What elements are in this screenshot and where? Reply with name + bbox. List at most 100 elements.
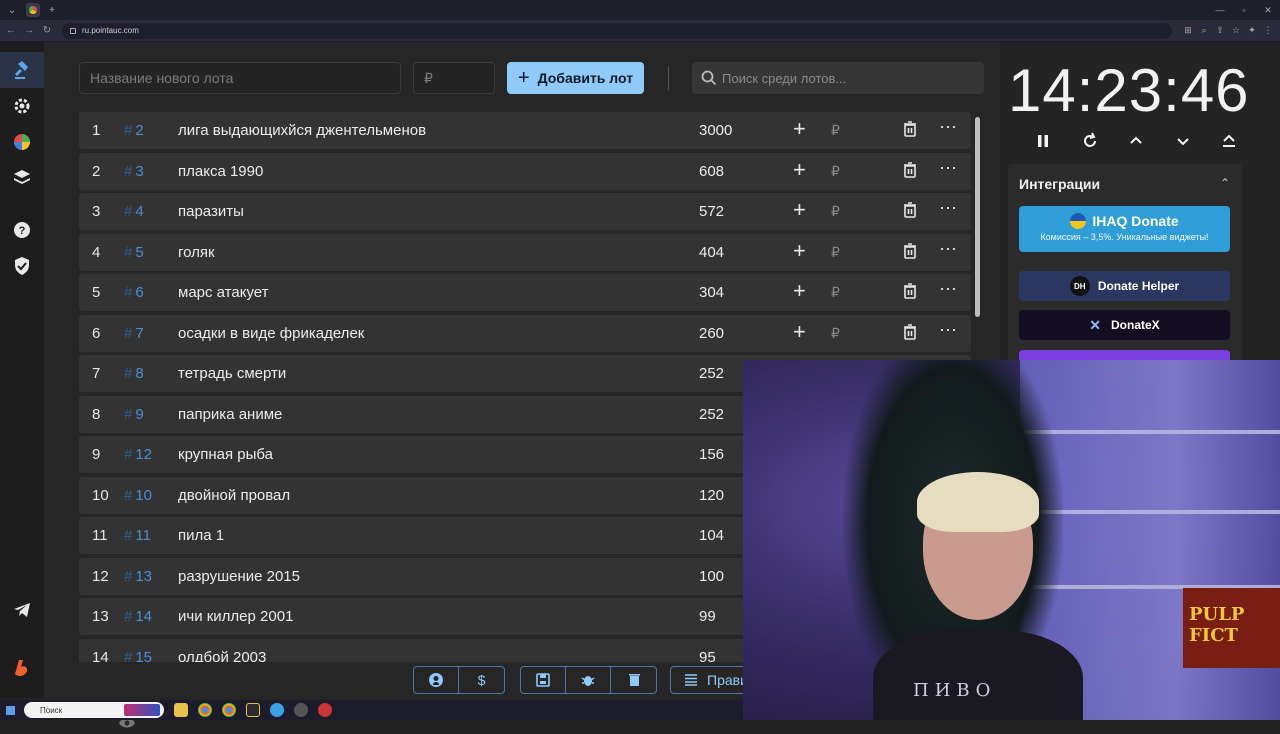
file-explorer-icon[interactable]: [174, 703, 188, 717]
lot-name[interactable]: паприка аниме: [178, 406, 282, 423]
currency-label: ₽: [831, 203, 840, 219]
sidebar-item-wheel[interactable]: [0, 124, 44, 160]
collapse-chevron-icon[interactable]: ⌃: [1220, 176, 1230, 190]
more-options-button[interactable]: ⋯: [939, 158, 958, 179]
extension-icon[interactable]: ✦: [1244, 25, 1260, 36]
add-amount-button[interactable]: +: [793, 320, 806, 343]
donate-helper-button[interactable]: DH Donate Helper: [1019, 271, 1230, 301]
translate-icon[interactable]: ⊞: [1180, 25, 1196, 36]
site-info-icon[interactable]: [70, 27, 76, 34]
rules-button[interactable]: Прави: [670, 666, 750, 694]
delete-lot-button[interactable]: [903, 161, 917, 182]
github-button[interactable]: [414, 667, 459, 693]
lot-name[interactable]: марс атакует: [178, 284, 269, 301]
time-up-button[interactable]: [1113, 128, 1160, 154]
sidebar-item-history[interactable]: [0, 160, 44, 196]
lot-name[interactable]: голяк: [178, 244, 215, 261]
new-tab-icon[interactable]: +: [44, 2, 60, 18]
streamer: ПИВО: [873, 472, 1083, 720]
add-amount-button[interactable]: +: [793, 158, 806, 181]
lot-row[interactable]: 6 #7 осадки в виде фрикаделек 260 + ₽ ⋯: [79, 314, 971, 352]
more-options-button[interactable]: ⋯: [939, 117, 958, 138]
sidebar-item-auction[interactable]: [0, 52, 44, 88]
start-button[interactable]: [0, 700, 20, 720]
lot-name[interactable]: паразиты: [178, 203, 244, 220]
time-down-button[interactable]: [1160, 128, 1207, 154]
more-options-button[interactable]: ⋯: [939, 279, 958, 300]
add-amount-button[interactable]: +: [793, 118, 806, 140]
scrollbar-thumb[interactable]: [975, 117, 980, 317]
lot-name[interactable]: осадки в виде фрикаделек: [178, 325, 364, 342]
lot-name[interactable]: крупная рыба: [178, 446, 273, 463]
lot-row[interactable]: 1 #2 лига выдающихйся джентельменов 3000 + ₽ ⋯: [79, 112, 971, 149]
app-red-icon[interactable]: [318, 703, 332, 717]
add-amount-button[interactable]: +: [793, 239, 806, 262]
delete-lot-button[interactable]: [903, 323, 917, 344]
reset-timer-button[interactable]: [1067, 128, 1114, 154]
minimize-icon[interactable]: —: [1208, 0, 1232, 20]
lot-row[interactable]: 4 #5 голяк 404 + ₽ ⋯: [79, 233, 971, 271]
add-lot-button[interactable]: + Добавить лот: [507, 62, 644, 94]
delete-lot-button[interactable]: [903, 242, 917, 263]
donate-button[interactable]: $: [459, 667, 504, 693]
add-amount-button[interactable]: +: [793, 199, 806, 221]
more-options-button[interactable]: ⋯: [939, 320, 958, 341]
lot-position: 13: [92, 608, 109, 625]
zoom-icon[interactable]: ⌕: [1196, 25, 1212, 36]
browser-menu-icon[interactable]: ⋮: [1260, 25, 1276, 36]
lot-name[interactable]: лига выдающихйся джентельменов: [178, 122, 426, 139]
back-icon[interactable]: ←: [4, 25, 18, 36]
lot-row[interactable]: 5 #6 марс атакует 304 + ₽ ⋯: [79, 274, 971, 311]
sidebar-item-privacy[interactable]: [0, 248, 44, 284]
share-icon[interactable]: ⇪: [1212, 25, 1228, 36]
lot-name[interactable]: пила 1: [178, 527, 224, 544]
save-button[interactable]: [521, 667, 566, 693]
more-options-button[interactable]: ⋯: [939, 239, 958, 260]
pause-button[interactable]: [1020, 128, 1067, 154]
lot-row[interactable]: 2 #3 плакса 1990 608 + ₽ ⋯: [79, 152, 971, 190]
lot-id: #7: [124, 324, 144, 342]
lot-name[interactable]: ичи киллер 2001: [178, 608, 293, 625]
lot-name[interactable]: плакса 1990: [178, 163, 263, 180]
bookmark-star-icon[interactable]: ☆: [1228, 25, 1244, 36]
clear-all-button[interactable]: [611, 667, 656, 693]
lot-amount-input[interactable]: ₽: [413, 62, 495, 94]
chrome-icon[interactable]: [198, 703, 212, 717]
add-amount-button[interactable]: +: [793, 280, 806, 302]
sidebar-item-telegram[interactable]: [0, 592, 44, 628]
browser-tab[interactable]: [26, 3, 40, 17]
lot-name-input[interactable]: Название нового лота: [79, 62, 401, 94]
delete-lot-button[interactable]: [903, 202, 917, 222]
obs-icon[interactable]: [294, 703, 308, 717]
forward-icon[interactable]: →: [22, 25, 36, 36]
chevron-up-icon: [1130, 136, 1142, 144]
reload-icon[interactable]: ↻: [40, 25, 54, 36]
app-icon[interactable]: [246, 703, 260, 717]
sidebar-item-boosty[interactable]: [0, 650, 44, 686]
more-options-button[interactable]: ⋯: [939, 198, 958, 219]
donatex-button[interactable]: ✕ DonateX: [1019, 310, 1230, 340]
bug-report-button[interactable]: [566, 667, 611, 693]
taskbar-search[interactable]: Поиск: [24, 702, 164, 718]
taskbar-search-label: Поиск: [40, 705, 63, 715]
poster-text: PULP FICT: [1189, 604, 1245, 646]
lot-name[interactable]: разрушение 2015: [178, 568, 300, 585]
close-window-icon[interactable]: ✕: [1256, 0, 1280, 20]
delete-lot-button[interactable]: [903, 121, 917, 141]
time-max-button[interactable]: [1206, 128, 1253, 154]
sidebar-item-help[interactable]: ?: [0, 212, 44, 248]
lot-name[interactable]: двойной провал: [178, 487, 290, 504]
url-field[interactable]: ru.pointauc.com: [62, 22, 1172, 39]
lot-name-placeholder: Название нового лота: [90, 70, 234, 86]
tab-list-icon[interactable]: ⌄: [4, 2, 20, 18]
ihaq-donate-button[interactable]: IHAQ Donate Комиссия – 3,5%. Уникальные …: [1019, 206, 1230, 252]
sidebar-item-settings[interactable]: [0, 88, 44, 124]
telegram-taskbar-icon[interactable]: [270, 703, 284, 717]
chrome-alt-icon[interactable]: [222, 703, 236, 717]
lot-name[interactable]: тетрадь смерти: [178, 365, 286, 382]
delete-lot-button[interactable]: [903, 283, 917, 303]
lot-name[interactable]: олдбой 2003: [178, 649, 266, 663]
maximize-icon[interactable]: ▫: [1232, 0, 1256, 20]
lot-row[interactable]: 3 #4 паразиты 572 + ₽ ⋯: [79, 193, 971, 230]
lot-search-input[interactable]: Поиск среди лотов...: [692, 62, 984, 94]
